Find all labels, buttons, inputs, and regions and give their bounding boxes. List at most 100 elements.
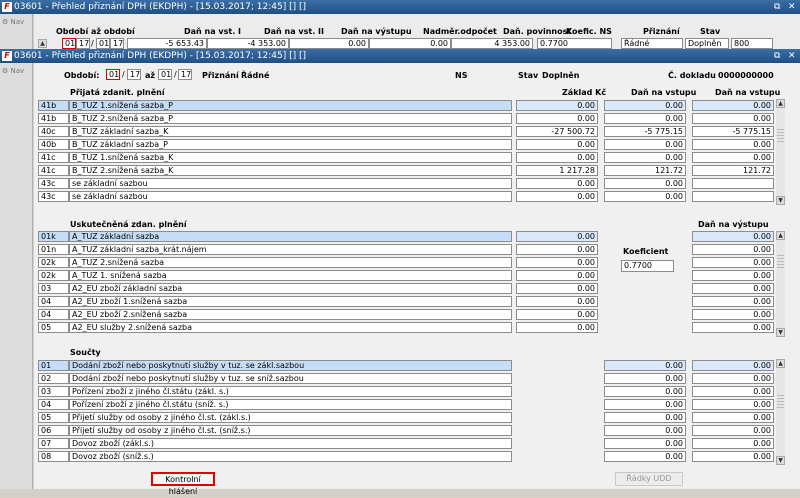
zaklad-cell[interactable]: 0.00 [516, 178, 598, 189]
row-code[interactable]: 01 [38, 360, 69, 371]
row-name[interactable]: A2_EU zboží 1.snížená sazba [69, 296, 512, 307]
w2-month-from[interactable]: 01 [106, 69, 120, 80]
w1-year-to[interactable]: 17 [110, 38, 124, 49]
row-code[interactable]: 02k [38, 270, 69, 281]
dan-vstup-cell[interactable]: -5 775.15 [604, 126, 686, 137]
row-name[interactable]: Přijetí služby od osoby z jiného čl.st. … [69, 425, 512, 436]
zaklad-cell[interactable]: 1 217.28 [516, 165, 598, 176]
row-name[interactable]: B_TUZ 1.snížená sazba_P [69, 100, 512, 111]
row-code[interactable]: 05 [38, 322, 69, 333]
row-name[interactable]: Dovoz zboží (sníž.s.) [69, 451, 512, 462]
w2-year-to[interactable]: 17 [178, 69, 192, 80]
dan-vstup-2-cell[interactable]: 0.00 [692, 113, 774, 124]
kontrolni-hlaseni-button[interactable]: Kontrolní hlášení [151, 472, 215, 496]
row-name[interactable]: se základní sazbou [69, 178, 512, 189]
row-code[interactable]: 05 [38, 412, 69, 423]
row-code[interactable]: 04 [38, 309, 69, 320]
row-code[interactable]: 01n [38, 244, 69, 255]
scroll-thumb[interactable] [777, 129, 784, 143]
soucet-dan-vystup-cell[interactable]: 0.00 [692, 360, 774, 371]
w1-stav[interactable]: Doplněn [685, 38, 729, 49]
row-code[interactable]: 40c [38, 126, 69, 137]
dan-vstup-2-cell[interactable]: 121.72 [692, 165, 774, 176]
zaklad-cell[interactable]: 0.00 [516, 100, 598, 111]
row-name[interactable]: Pořízení zboží z jiného čl.státu (zákl. … [69, 386, 512, 397]
w1-extra[interactable]: 800 [731, 38, 773, 49]
dan-vstup-2-cell[interactable]: 0.00 [692, 139, 774, 150]
w1-dan-vst-2[interactable]: -4 353.00 [207, 38, 289, 49]
soucet-dan-vystup-cell[interactable]: 0.00 [692, 412, 774, 423]
row-code[interactable]: 43c [38, 178, 69, 189]
restore-icon[interactable]: ⧉ [774, 0, 780, 14]
zaklad-cell[interactable]: 0.00 [516, 296, 598, 307]
row-name[interactable]: Dodání zboží nebo poskytnutí služby v tu… [69, 373, 512, 384]
scroll-up-icon[interactable]: ▲ [776, 99, 785, 108]
row-name[interactable]: Přijetí služby od osoby z jiného čl.st. … [69, 412, 512, 423]
row-code[interactable]: 01k [38, 231, 69, 242]
soucet-dan-vystup-cell[interactable]: 0.00 [692, 399, 774, 410]
row-name[interactable]: A_TUZ 1. snížená sazba [69, 270, 512, 281]
soucet-dan-vstup-cell[interactable]: 0.00 [604, 373, 686, 384]
dan-vystup-cell[interactable]: 0.00 [692, 322, 774, 333]
zaklad-cell[interactable]: 0.00 [516, 257, 598, 268]
dan-vystup-cell[interactable]: 0.00 [692, 257, 774, 268]
row-name[interactable]: A_TUZ základní sazba [69, 231, 512, 242]
soucet-dan-vstup-cell[interactable]: 0.00 [604, 438, 686, 449]
dan-vstup-2-cell[interactable]: 0.00 [692, 152, 774, 163]
s2-scrollbar[interactable]: ▲ ▼ [776, 231, 785, 337]
row-name[interactable]: Dovoz zboží (zákl.s.) [69, 438, 512, 449]
zaklad-cell[interactable]: 0.00 [516, 231, 598, 242]
row-name[interactable]: A_TUZ základní sazba_krát.nájem [69, 244, 512, 255]
w2-month-to[interactable]: 01 [158, 69, 172, 80]
koef-value[interactable]: 0.7700 [621, 260, 674, 272]
close-icon[interactable]: ✕ [788, 49, 796, 63]
soucet-dan-vstup-cell[interactable]: 0.00 [604, 386, 686, 397]
s1-scrollbar[interactable]: ▲ ▼ [776, 99, 785, 205]
dan-vystup-cell[interactable]: 0.00 [692, 270, 774, 281]
dan-vstup-cell[interactable]: 0.00 [604, 191, 686, 202]
dan-vstup-cell[interactable]: 121.72 [604, 165, 686, 176]
row-code[interactable]: 40b [38, 139, 69, 150]
window2-titlebar[interactable]: F 03601 - Přehled přiznání DPH (EKDPH) -… [0, 49, 800, 63]
zaklad-cell[interactable]: 0.00 [516, 152, 598, 163]
dan-vystup-cell[interactable]: 0.00 [692, 244, 774, 255]
row-code[interactable]: 07 [38, 438, 69, 449]
row-name[interactable]: A_TUZ 2.snížená sazba [69, 257, 512, 268]
scroll-thumb[interactable] [777, 395, 784, 409]
dan-vystup-cell[interactable]: 0.00 [692, 309, 774, 320]
w1-koef[interactable]: 0.7700 [537, 38, 612, 49]
row-code[interactable]: 02 [38, 373, 69, 384]
row-code[interactable]: 03 [38, 283, 69, 294]
close-icon[interactable]: ✕ [788, 0, 796, 14]
row-name[interactable]: B_TUZ 1.snížená sazba_K [69, 152, 512, 163]
zaklad-cell[interactable]: 0.00 [516, 309, 598, 320]
row-name[interactable]: B_TUZ 2.snížená sazba_P [69, 113, 512, 124]
row-name[interactable]: A2_EU služby 2.snížená sazba [69, 322, 512, 333]
row-name[interactable]: B_TUZ základní sazba_P [69, 139, 512, 150]
dan-vstup-2-cell[interactable] [692, 178, 774, 189]
row-name[interactable]: B_TUZ 2.snížená sazba_K [69, 165, 512, 176]
dan-vstup-cell[interactable]: 0.00 [604, 100, 686, 111]
scroll-down-icon[interactable]: ▼ [776, 456, 785, 465]
w1-dan-vystup[interactable]: 0.00 [289, 38, 369, 49]
row-name[interactable]: Pořízení zboží z jiného čl.státu (sníž. … [69, 399, 512, 410]
row-name[interactable]: A2_EU zboží základní sazba [69, 283, 512, 294]
s3-scrollbar[interactable]: ▲ ▼ [776, 359, 785, 465]
row-code[interactable]: 41b [38, 100, 69, 111]
scroll-up-icon[interactable]: ▲ [776, 231, 785, 240]
zaklad-cell[interactable]: 0.00 [516, 322, 598, 333]
row-scroll-up-icon[interactable]: ▲ [38, 39, 47, 48]
dan-vystup-cell[interactable]: 0.00 [692, 296, 774, 307]
dan-vystup-cell[interactable]: 0.00 [692, 231, 774, 242]
row-code[interactable]: 06 [38, 425, 69, 436]
w1-nadmer[interactable]: 0.00 [369, 38, 451, 49]
zaklad-cell[interactable]: 0.00 [516, 283, 598, 294]
w2-year-from[interactable]: 17 [127, 69, 141, 80]
dan-vstup-cell[interactable]: 0.00 [604, 152, 686, 163]
dan-vstup-2-cell[interactable]: -5 775.15 [692, 126, 774, 137]
zaklad-cell[interactable]: 0.00 [516, 270, 598, 281]
nav-button[interactable]: ⚙ Nav [2, 18, 24, 26]
soucet-dan-vystup-cell[interactable]: 0.00 [692, 451, 774, 462]
dan-vstup-cell[interactable]: 0.00 [604, 113, 686, 124]
zaklad-cell[interactable]: 0.00 [516, 244, 598, 255]
